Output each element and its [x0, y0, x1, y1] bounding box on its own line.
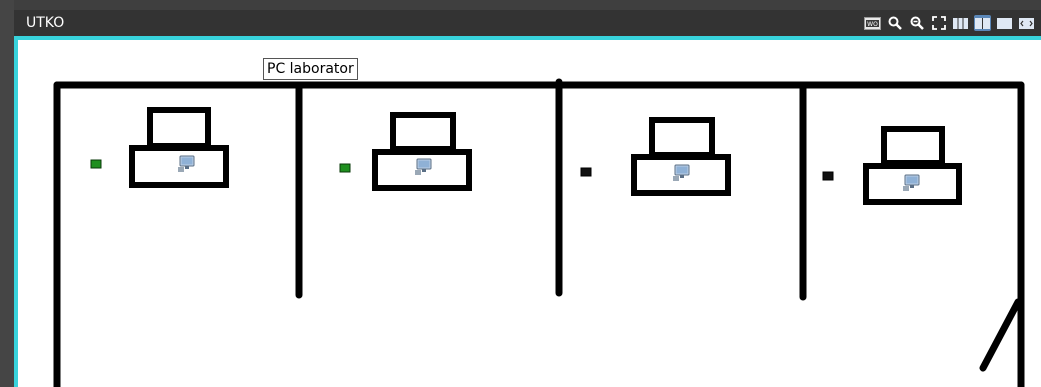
- computer-icon: [903, 174, 920, 191]
- workstation-2[interactable]: [339, 112, 472, 191]
- workstation-3[interactable]: [580, 117, 731, 196]
- computer-icon: [415, 158, 432, 175]
- monitor-outline: [390, 112, 456, 152]
- monitor-outline: [147, 107, 211, 149]
- computer-icon: [178, 155, 195, 172]
- status-indicator: [822, 171, 834, 181]
- workstation-1[interactable]: [90, 107, 229, 188]
- status-indicator: [580, 167, 592, 177]
- workstation-4[interactable]: [822, 126, 962, 205]
- monitor-outline: [881, 126, 945, 166]
- desk-outline: [129, 145, 229, 188]
- door-wall: [979, 298, 1022, 372]
- status-indicator: [339, 163, 351, 173]
- floorplan-window: UTKO WO PC laborator: [0, 0, 1041, 387]
- monitor-outline: [649, 117, 715, 158]
- room-label[interactable]: PC laborator: [263, 58, 358, 80]
- computer-icon: [673, 164, 690, 181]
- status-indicator: [90, 159, 102, 169]
- floorplan-drawing: [53, 78, 1025, 387]
